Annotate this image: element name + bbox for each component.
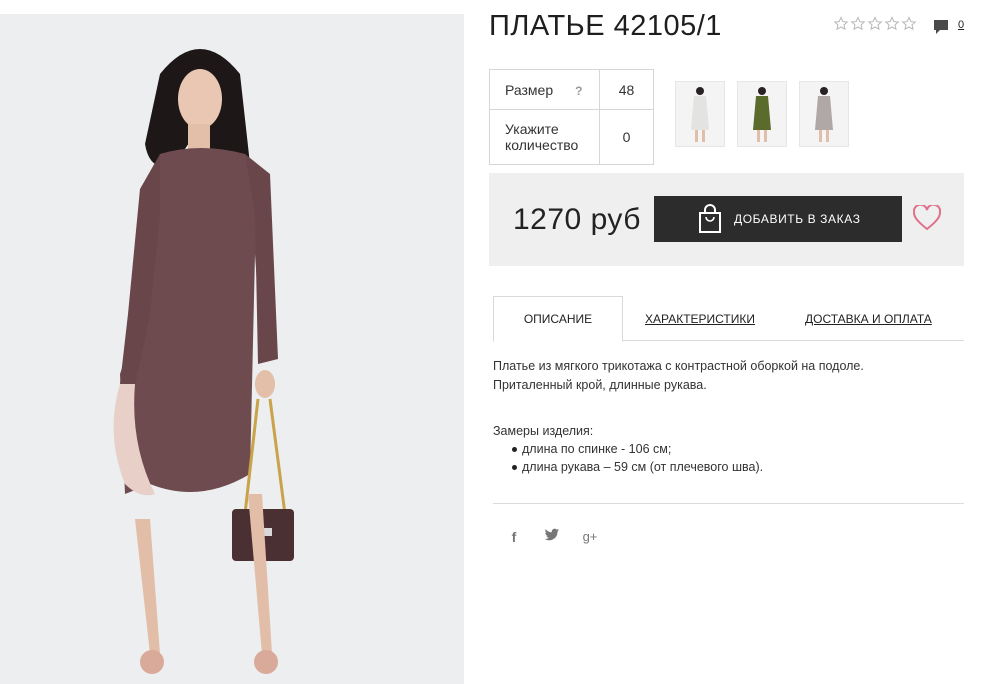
- measurements-block: Замеры изделия: длина по спинке - 106 см…: [493, 422, 763, 476]
- star-icon[interactable]: [833, 16, 849, 32]
- size-value[interactable]: 48: [599, 69, 654, 110]
- size-help-icon[interactable]: ?: [575, 84, 582, 98]
- star-icon[interactable]: [867, 16, 883, 32]
- quantity-label-line2: количество: [505, 137, 579, 153]
- star-icon[interactable]: [884, 16, 900, 32]
- heart-icon[interactable]: [913, 205, 941, 231]
- description-line: Платье из мягкого трикотажа с контрастно…: [493, 359, 864, 373]
- thumb-green-dress[interactable]: [737, 81, 787, 147]
- product-title: ПЛАТЬЕ 42105/1: [489, 10, 722, 42]
- tab-characteristics[interactable]: ХАРАКТЕРИСТИКИ: [645, 296, 755, 341]
- tab-description[interactable]: ОПИСАНИЕ: [493, 296, 623, 342]
- thumb-grey-dress[interactable]: [799, 81, 849, 147]
- twitter-icon[interactable]: [543, 528, 561, 545]
- star-icon[interactable]: [901, 16, 917, 32]
- product-main-photo[interactable]: [0, 14, 464, 684]
- description-text: Платье из мягкого трикотажа с контрастно…: [493, 357, 864, 395]
- list-item: длина по спинке - 106 см;: [508, 440, 763, 458]
- dress-thumbnail-image: [738, 82, 786, 146]
- size-label: Размер: [505, 81, 554, 98]
- thumb-white-dress[interactable]: [675, 81, 725, 147]
- quantity-label-cell: Укажите количество: [489, 109, 600, 165]
- comments-link[interactable]: 0: [932, 18, 964, 36]
- model-photo-illustration: [0, 14, 464, 684]
- add-to-order-button[interactable]: ДОБАВИТЬ В ЗАКАЗ: [654, 196, 902, 242]
- quantity-input[interactable]: 0: [599, 109, 654, 165]
- google-plus-icon[interactable]: g+: [581, 529, 599, 544]
- size-label-cell: Размер?: [489, 69, 600, 110]
- purchase-panel: 1270 руб ДОБАВИТЬ В ЗАКАЗ: [489, 173, 964, 266]
- price: 1270 руб: [513, 203, 641, 236]
- comment-bubble-icon: [934, 20, 948, 34]
- share-buttons: f g+: [505, 528, 599, 545]
- rating-stars[interactable]: [833, 16, 917, 32]
- measurements-list: длина по спинке - 106 см; длина рукава –…: [508, 440, 763, 476]
- divider: [493, 503, 964, 504]
- facebook-icon[interactable]: f: [505, 529, 523, 545]
- measurements-title: Замеры изделия:: [493, 424, 594, 438]
- comment-count[interactable]: 0: [958, 18, 964, 32]
- tab-delivery-payment[interactable]: ДОСТАВКА И ОПЛАТА: [805, 296, 932, 341]
- description-line: Приталенный крой, длинные рукава.: [493, 378, 707, 392]
- list-item: длина рукава – 59 см (от плечевого шва).: [508, 458, 763, 476]
- color-thumbnails: [675, 81, 849, 147]
- star-icon[interactable]: [850, 16, 866, 32]
- dress-thumbnail-image: [676, 82, 724, 146]
- dress-thumbnail-image: [800, 82, 848, 146]
- shopping-bag-icon: [699, 204, 721, 233]
- add-to-order-label: ДОБАВИТЬ В ЗАКАЗ: [734, 212, 861, 226]
- product-tabs: ОПИСАНИЕ ХАРАКТЕРИСТИКИ ДОСТАВКА И ОПЛАТ…: [493, 296, 964, 342]
- quantity-label-line1: Укажите: [505, 121, 559, 137]
- options-table: Размер? 48 Укажите количество 0: [489, 69, 654, 165]
